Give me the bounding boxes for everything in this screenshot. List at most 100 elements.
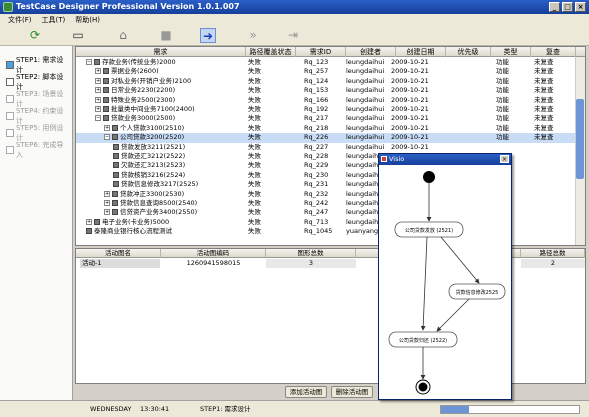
- menu-help[interactable]: 帮助(H): [75, 14, 100, 26]
- expand-icon[interactable]: +: [95, 106, 101, 112]
- collapse-icon[interactable]: −: [86, 59, 92, 65]
- cell-rid: Rq_228: [304, 152, 329, 160]
- arrow-right-icon[interactable]: ➜: [200, 28, 216, 43]
- col-rid[interactable]: 需求ID: [296, 47, 346, 57]
- col-priority[interactable]: 优先级: [446, 47, 491, 57]
- table-row[interactable]: + 票据业务(2600) 失败 Rq_257 leungdaihui 2009-10-21…: [76, 67, 576, 76]
- table-row[interactable]: + 批量类中间业务7100(2400) 失败 Rq_192 leungdaihui 200…: [76, 105, 576, 114]
- col-review[interactable]: 复查: [531, 47, 576, 57]
- cell-type: 功能: [496, 95, 509, 104]
- requirement-label: 贷款核销3216(2524): [121, 170, 186, 179]
- step-4[interactable]: STEP4: 约束设计: [6, 107, 70, 125]
- visio-close-button[interactable]: ×: [500, 155, 509, 163]
- table-row[interactable]: + 日常业务2230(2200) 失败 Rq_153 leungdaihui 2009-1…: [76, 86, 576, 95]
- requirement-label: 贷款发放3211(2521): [121, 142, 186, 151]
- cell-path: 失败: [248, 152, 261, 160]
- cell-path: 失败: [248, 105, 261, 113]
- cell-type: 功能: [496, 123, 509, 132]
- scroll-thumb[interactable]: [576, 99, 584, 179]
- node-loan-issue-label: 公司贷款发放 (2521): [405, 227, 453, 234]
- activity-name: 活动-1: [80, 259, 160, 268]
- expand-icon[interactable]: +: [95, 87, 101, 94]
- expand-icon[interactable]: +: [104, 190, 110, 197]
- toolbar: ⟳ ▭ ⌂ ■ ➜ » ⇥: [0, 26, 589, 46]
- collapse-icon[interactable]: −: [95, 115, 101, 122]
- table-row[interactable]: + 个人贷款3100(2510) 失败 Rq_218 leungdaihui 2009-1…: [76, 124, 576, 133]
- expand-icon[interactable]: +: [104, 200, 110, 206]
- step-5[interactable]: STEP5: 用例设计: [6, 124, 70, 142]
- table-row[interactable]: − 贷款业务3000(2500) 失败 Rq_217 leungdaihui 2009-1…: [76, 114, 576, 123]
- expand-icon[interactable]: +: [86, 218, 92, 225]
- menu-file[interactable]: 文件(F): [8, 14, 32, 26]
- col-creator[interactable]: 创建者: [346, 47, 396, 57]
- step-icon: [6, 78, 14, 86]
- grid-header: 需求 路径覆盖状态 需求ID 创建者 创建日期 优先级 类型 复查: [76, 47, 585, 57]
- cell-rid: Rq_232: [304, 189, 329, 198]
- table-row[interactable]: + 特殊业务2500(2300) 失败 Rq_166 leungdaihui 2009-1…: [76, 96, 576, 105]
- cell-review: 未复查: [534, 105, 554, 113]
- col-type[interactable]: 类型: [491, 47, 531, 57]
- path-count: 2: [521, 259, 585, 268]
- node-loan-modify-label: 贷款信息修改2525: [456, 289, 499, 296]
- expand-icon[interactable]: +: [104, 124, 110, 131]
- cell-requirement: 贷款信息修改3217(2525): [113, 180, 241, 189]
- step-1[interactable]: STEP1: 需求设计: [6, 56, 70, 74]
- table-row[interactable]: − 公司贷款3200(2520) 失败 Rq_226 leungdaihui 2009-1…: [76, 133, 576, 143]
- step-2[interactable]: STEP2: 脚本设计: [6, 73, 70, 91]
- delete-activity-button[interactable]: 删除活动图: [331, 386, 373, 398]
- expand-icon[interactable]: +: [104, 209, 110, 216]
- node-icon: [112, 124, 118, 131]
- last-icon[interactable]: ⇥: [285, 28, 301, 43]
- col-requirement[interactable]: 需求: [76, 47, 246, 57]
- step-icon: [6, 95, 14, 103]
- table-row[interactable]: + 对私业务(开销户业务)2100 失败 Rq_124 leungdaihui 2009-…: [76, 77, 576, 86]
- expand-icon[interactable]: +: [95, 96, 101, 103]
- cell-rid: Rq_218: [304, 123, 329, 132]
- home-icon[interactable]: ⌂: [115, 28, 131, 43]
- cell-rid: Rq_1045: [304, 227, 333, 236]
- col-path-count[interactable]: 路径总数: [521, 249, 585, 258]
- collapse-icon[interactable]: −: [104, 134, 110, 141]
- stop-icon[interactable]: ■: [158, 28, 174, 43]
- cell-type: 功能: [496, 114, 509, 123]
- table-row[interactable]: − 存款业务(传统业务)2000 失败 Rq_123 leungdaihui 2009-1…: [76, 58, 576, 67]
- node-icon: [86, 228, 92, 235]
- col-path[interactable]: 路径覆盖状态: [246, 47, 296, 57]
- requirement-label: 日常业务2230(2200): [111, 86, 176, 95]
- refresh-icon[interactable]: ⟳: [27, 28, 43, 43]
- close-button[interactable]: ×: [575, 2, 586, 12]
- next-icon[interactable]: »: [245, 28, 261, 43]
- cell-rid: Rq_230: [304, 170, 329, 179]
- expand-icon[interactable]: +: [95, 77, 101, 84]
- expand-icon[interactable]: +: [95, 68, 101, 75]
- table-row[interactable]: 贷款发放3211(2521) 失败 Rq_227 leungdaihui 2009-10…: [76, 143, 576, 152]
- maximize-button[interactable]: □: [562, 2, 573, 12]
- minimize-button[interactable]: _: [549, 2, 560, 12]
- cell-rid: Rq_713: [304, 217, 329, 226]
- status-bar: WEDNESDAY 13:30:41 STEP1: 需求设计: [0, 400, 589, 417]
- vertical-scrollbar[interactable]: [575, 57, 585, 245]
- step-6[interactable]: STEP6: 完成导入: [6, 141, 70, 159]
- cell-review: 未复查: [534, 67, 554, 76]
- col-activity-name[interactable]: 活动图名: [76, 249, 161, 258]
- menu-tools[interactable]: 工具(T): [42, 14, 66, 26]
- requirement-label: 信贷资产业务3400(2550): [120, 208, 198, 217]
- progress-bar: [440, 405, 580, 414]
- step-sidebar: STEP1: 需求设计 STEP2: 脚本设计 STEP3: 场景设计 STEP…: [0, 46, 73, 406]
- cell-date: 2009-10-21: [391, 86, 429, 95]
- col-shape-count[interactable]: 图形总数: [266, 249, 356, 258]
- requirement-label: 电子业务(卡业务)5000: [102, 217, 170, 226]
- computer-icon[interactable]: ▭: [70, 28, 86, 43]
- step-3[interactable]: STEP3: 场景设计: [6, 90, 70, 108]
- col-date[interactable]: 创建日期: [396, 47, 446, 57]
- add-activity-button[interactable]: 添加活动图: [285, 386, 327, 398]
- cell-rid: Rq_166: [304, 95, 329, 104]
- end-node: [418, 382, 428, 392]
- visio-window[interactable]: Visio × 公司贷款发放 (2521) 贷款信息修改2525 公司贷款归还 (…: [378, 153, 512, 400]
- col-activity-code[interactable]: 活动图编码: [161, 249, 266, 258]
- requirement-label: 公司贷款3200(2520): [120, 133, 185, 142]
- app-icon: [3, 2, 13, 12]
- requirement-label: 贷款还汇3212(2522): [121, 152, 186, 160]
- cell-type: 功能: [496, 58, 509, 66]
- step-label: STEP6: 完成导入: [15, 141, 64, 159]
